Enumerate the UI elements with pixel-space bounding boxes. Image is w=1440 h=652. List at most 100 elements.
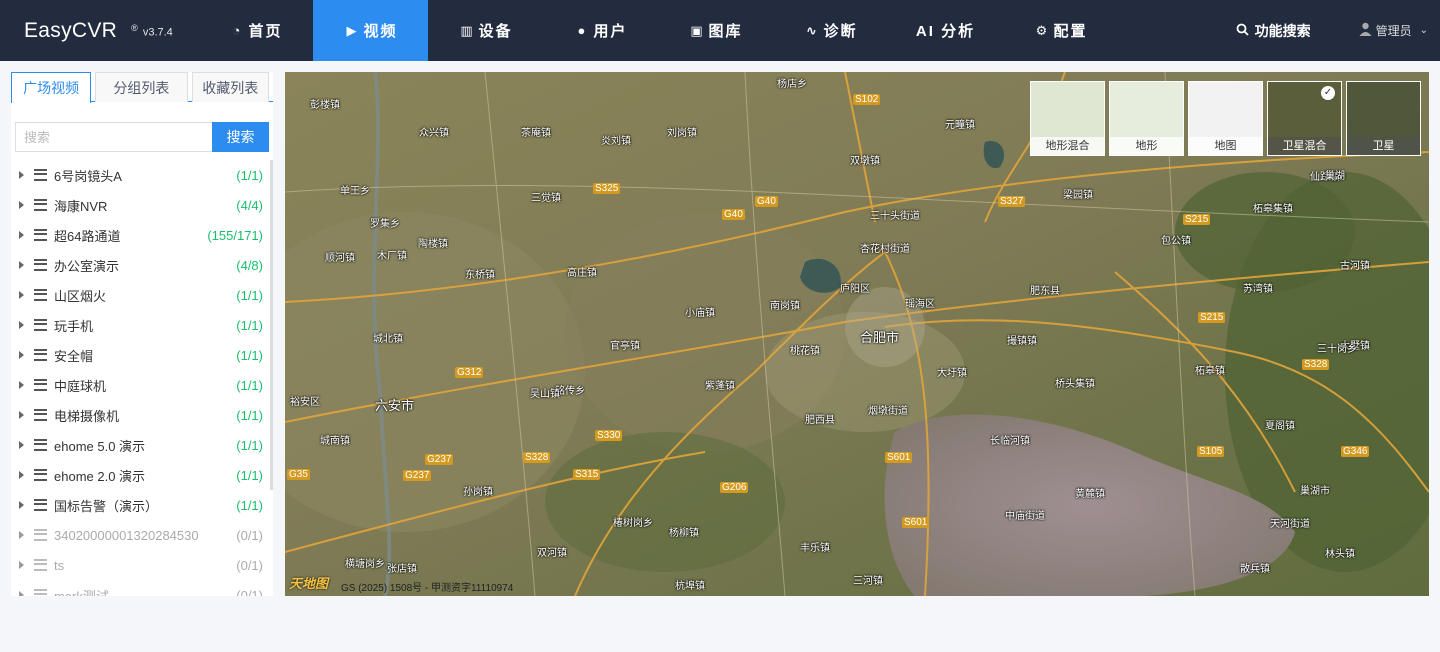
device-icon: ▥ — [460, 22, 473, 38]
nav-config[interactable]: ⚙ 配置 — [1003, 0, 1118, 61]
map-place-label: 天河街道 — [1270, 519, 1310, 530]
caret-right-icon[interactable] — [19, 231, 24, 239]
device-group-icon — [34, 229, 47, 241]
device-group-icon — [34, 559, 47, 571]
search-row: 搜索 — [15, 122, 269, 152]
tree-item[interactable]: 6号岗镜头A (1/1) — [11, 160, 273, 190]
caret-right-icon[interactable] — [19, 351, 24, 359]
device-group-icon — [34, 469, 47, 481]
user-icon: ● — [577, 22, 586, 38]
caret-right-icon[interactable] — [19, 291, 24, 299]
chevron-down-icon: ⌄ — [1419, 25, 1428, 36]
version-text: v3.7.4 — [142, 26, 173, 39]
tree-item[interactable]: 电梯摄像机 (1/1) — [11, 400, 273, 430]
nav-label: 视频 — [363, 23, 398, 40]
tree-item[interactable]: mark测试 (0/1) — [11, 580, 273, 596]
road-marker: S215 — [1198, 312, 1226, 323]
tree-item[interactable]: 国标告警（演示） (1/1) — [11, 490, 273, 520]
tree-item[interactable]: ts (0/1) — [11, 550, 273, 580]
tree-item-count: (0/1) — [236, 527, 263, 543]
tree-item-count: (0/1) — [236, 557, 263, 573]
caret-right-icon[interactable] — [19, 381, 24, 389]
map-place-label: 双河镇 — [537, 548, 567, 559]
function-search-button[interactable]: 功能搜索 — [1235, 21, 1311, 41]
map-place-label: 三河镇 — [853, 576, 883, 587]
map-place-label: 顺河镇 — [325, 253, 355, 264]
map-place-label: 庐阳区 — [840, 284, 870, 295]
tree-item-count: (1/1) — [236, 407, 263, 423]
tree-item[interactable]: 山区烟火 (1/1) — [11, 280, 273, 310]
map-place-label: 炎刘镇 — [601, 136, 631, 147]
search-button[interactable]: 搜索 — [212, 122, 269, 152]
map-place-label: 大圩镇 — [937, 368, 967, 379]
map-view[interactable]: 合肥市 六安市 肥东县 肥西县 庐阳区 瑶海区 杏花村街道 三十头街道 双墩镇 元疃镇 撮镇镇 大圩镇… — [285, 72, 1429, 596]
brand[interactable]: EasyCVR ® v3.7.4 — [0, 0, 198, 61]
tianditu-logo: 天地图 — [289, 576, 329, 591]
nav-ai[interactable]: AI 分析 — [888, 0, 1003, 61]
tree-item-label: 超64路通道 — [54, 228, 121, 244]
tree-item-label: 电梯摄像机 — [54, 408, 120, 424]
map-place-label: 肥西县 — [805, 415, 835, 426]
tree-item[interactable]: 34020000001320284530 (0/1) — [11, 520, 273, 550]
map-place-label: 梁园镇 — [1063, 190, 1093, 201]
tree-item[interactable]: 玩手机 (1/1) — [11, 310, 273, 340]
nav-label: 首页 — [248, 23, 283, 40]
tree-item-label: 34020000001320284530 — [54, 527, 199, 543]
tree-item[interactable]: 海康NVR (4/4) — [11, 190, 273, 220]
road-marker: S215 — [1183, 214, 1211, 225]
tree-item[interactable]: ehome 2.0 演示 (1/1) — [11, 460, 273, 490]
tree-item[interactable]: ehome 5.0 演示 (1/1) — [11, 430, 273, 460]
tree-scrollbar[interactable] — [270, 160, 273, 490]
caret-right-icon[interactable] — [19, 411, 24, 419]
nav-user[interactable]: ● 用户 — [543, 0, 658, 61]
top-navbar: EasyCVR ® v3.7.4 ◔ 首页 ▶ 视频 ▥ 设备 ● 用户 ▣ 图库 ∿ 诊断 AI 分析… — [0, 0, 1440, 61]
nav-device[interactable]: ▥ 设备 — [428, 0, 543, 61]
map-layer-option[interactable]: 地形混合 — [1030, 81, 1105, 156]
map-place-label: 孙岗镇 — [463, 487, 493, 498]
nav-label: AI 分析 — [915, 23, 976, 40]
tree-item[interactable]: 超64路通道 (155/171) — [11, 220, 273, 250]
caret-right-icon[interactable] — [19, 441, 24, 449]
nav-video[interactable]: ▶ 视频 — [313, 0, 428, 61]
caret-right-icon[interactable] — [19, 531, 24, 539]
device-group-icon — [34, 289, 47, 301]
road-marker: S330 — [595, 430, 623, 441]
map-layer-option[interactable]: 地形 — [1109, 81, 1184, 156]
map-place-label: 杨柳镇 — [669, 528, 699, 539]
map-place-label: 黄麓镇 — [1075, 489, 1105, 500]
caret-right-icon[interactable] — [19, 261, 24, 269]
nav-diagnose[interactable]: ∿ 诊断 — [773, 0, 888, 61]
tab-2[interactable]: 收藏列表 — [191, 72, 269, 102]
tree-item[interactable]: 安全帽 (1/1) — [11, 340, 273, 370]
caret-right-icon[interactable] — [19, 561, 24, 569]
user-menu[interactable]: 管理员 ⌄ — [1359, 22, 1428, 39]
nav-label: 用户 — [593, 23, 628, 40]
caret-right-icon[interactable] — [19, 201, 24, 209]
tree-item[interactable]: 办公室演示 (4/8) — [11, 250, 273, 280]
caret-right-icon[interactable] — [19, 591, 24, 596]
tab-0[interactable]: 广场视频 — [11, 72, 92, 103]
user-icon — [1359, 22, 1372, 39]
map-place-label: 散兵镇 — [1240, 564, 1270, 575]
map-place-label: 元疃镇 — [945, 120, 975, 131]
map-place-label: 木厂镇 — [377, 251, 407, 262]
search-input[interactable] — [15, 122, 212, 152]
tab-1[interactable]: 分组列表 — [95, 72, 188, 102]
tree-item[interactable]: 中庭球机 (1/1) — [11, 370, 273, 400]
map-place-label: 茶庵镇 — [521, 128, 551, 139]
road-marker: S601 — [902, 517, 930, 528]
function-search-label: 功能搜索 — [1254, 22, 1311, 39]
map-place-label: 高庄镇 — [567, 268, 597, 279]
map-layer-option[interactable]: 卫星混合 ✓ — [1267, 81, 1342, 156]
nav-label: 图库 — [708, 23, 743, 40]
caret-right-icon[interactable] — [19, 321, 24, 329]
gear-icon: ⚙ — [1035, 22, 1048, 38]
tree-item-label: ts — [54, 557, 65, 573]
nav-home[interactable]: ◔ 首页 — [198, 0, 313, 61]
caret-right-icon[interactable] — [19, 171, 24, 179]
caret-right-icon[interactable] — [19, 471, 24, 479]
nav-gallery[interactable]: ▣ 图库 — [658, 0, 773, 61]
caret-right-icon[interactable] — [19, 501, 24, 509]
map-layer-option[interactable]: 卫星 — [1346, 81, 1421, 156]
map-layer-option[interactable]: 地图 — [1188, 81, 1263, 156]
